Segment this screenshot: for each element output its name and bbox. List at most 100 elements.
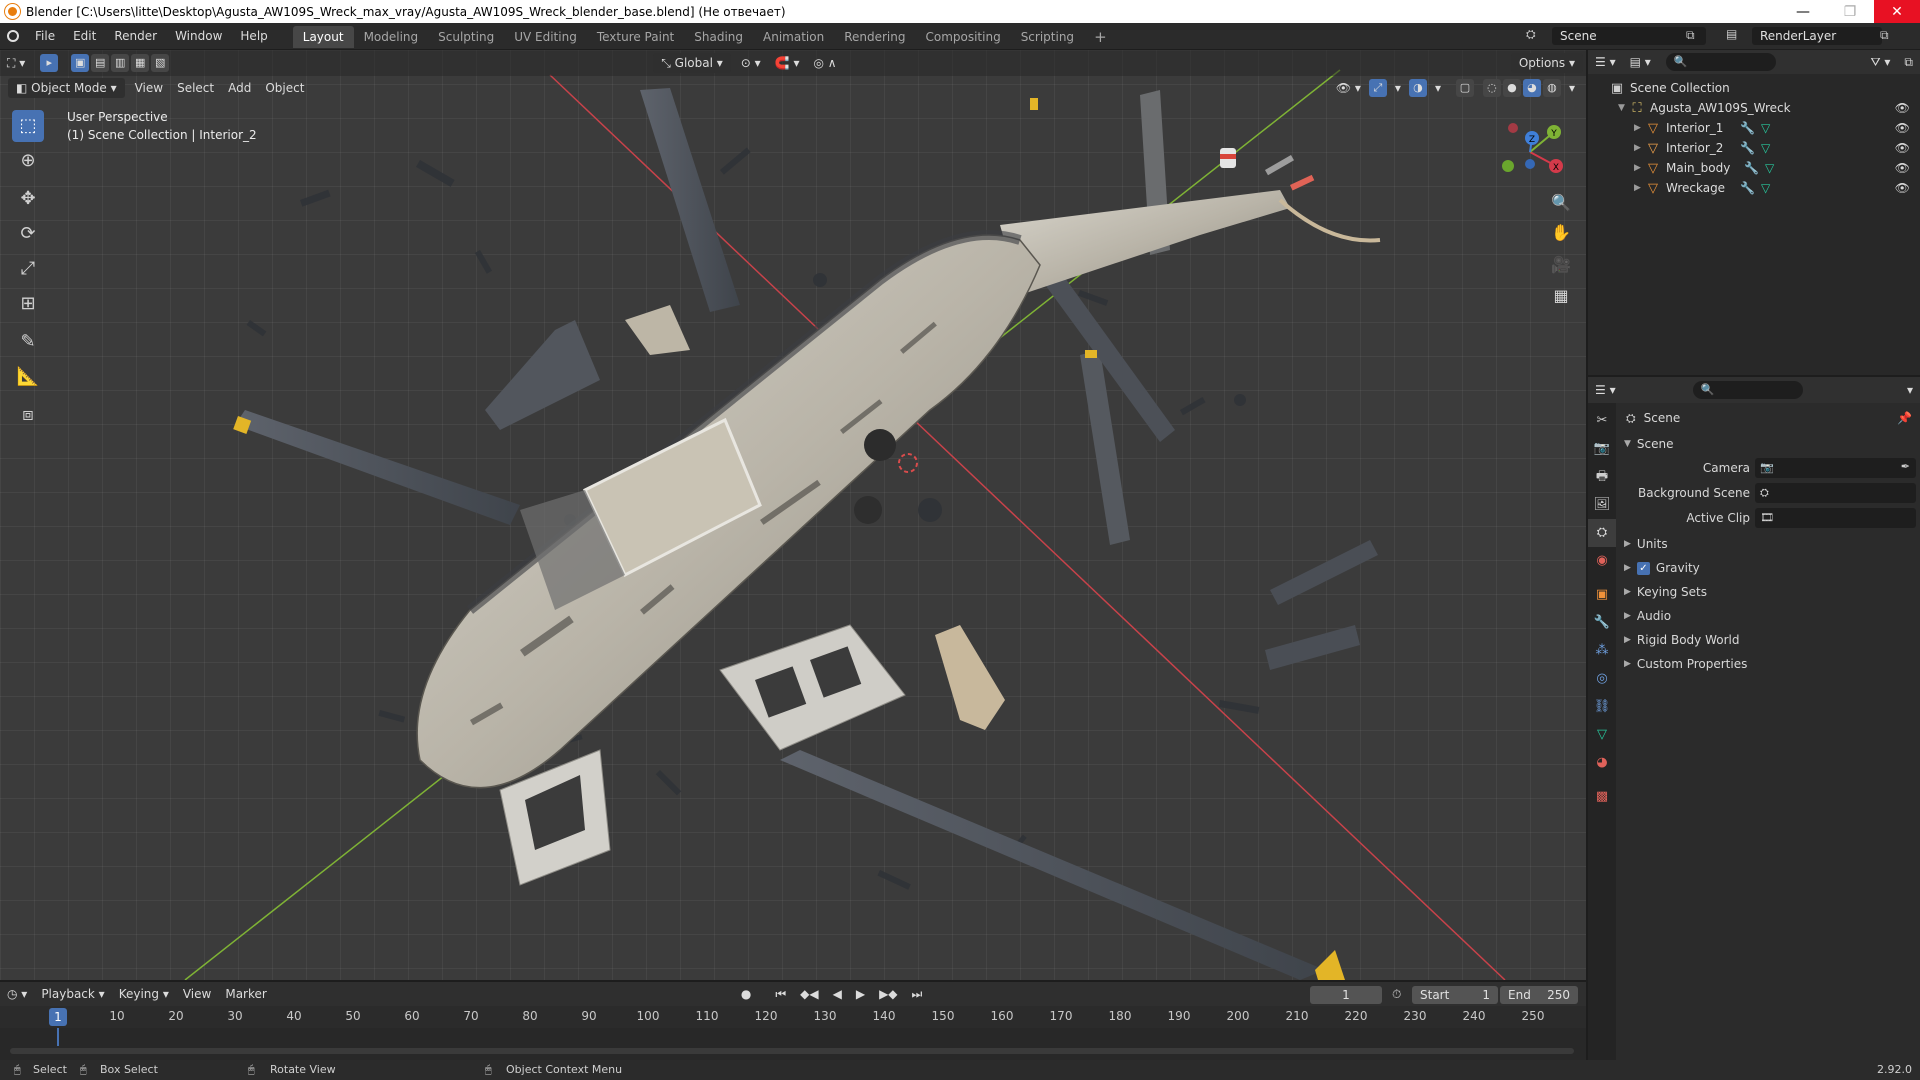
- menu-window[interactable]: Window: [166, 23, 231, 49]
- jump-end-icon[interactable]: ⏭: [905, 984, 930, 1004]
- gizmo-dropdown-icon[interactable]: ▾: [1388, 78, 1408, 98]
- select-box-tool-icon[interactable]: ⬚: [12, 110, 44, 142]
- view-layer-field[interactable]: RenderLayer: [1752, 27, 1882, 45]
- maximize-button[interactable]: ❐: [1827, 0, 1873, 23]
- solid-shading-icon[interactable]: ●: [1502, 79, 1521, 97]
- render-tab-icon[interactable]: 📷: [1588, 435, 1616, 463]
- visibility-icon[interactable]: 👁 ▾: [1329, 78, 1368, 98]
- options-dropdown[interactable]: Options ▾: [1510, 53, 1583, 73]
- new-view-layer-icon[interactable]: ⧉: [1880, 28, 1889, 43]
- cursor-tool-icon[interactable]: ⊕: [12, 145, 44, 177]
- shading-dropdown-icon[interactable]: ▾: [1562, 78, 1582, 98]
- transform-orientation-dropdown[interactable]: ⤡ Global ▾: [653, 53, 731, 73]
- menu-edit[interactable]: Edit: [64, 23, 105, 49]
- rotate-tool-icon[interactable]: ⟳: [12, 218, 44, 250]
- move-tool-icon[interactable]: ✥: [12, 183, 44, 215]
- physics-tab-icon[interactable]: ◎: [1588, 665, 1616, 693]
- scale-tool-icon[interactable]: ⤢: [12, 253, 44, 285]
- viewport-menu-view[interactable]: View: [128, 78, 170, 98]
- pin-icon[interactable]: 📌: [1897, 411, 1912, 425]
- panel-units[interactable]: ▶ Units: [1616, 533, 1920, 555]
- new-scene-icon[interactable]: ⧉: [1686, 28, 1695, 43]
- outliner-row-collection[interactable]: ▼ ⛶ Agusta_AW109S_Wreck 👁: [1588, 98, 1920, 118]
- menu-file[interactable]: File: [26, 23, 64, 49]
- outliner-row-main-body[interactable]: ▶ ▽ Main_body 🔧 ▽ 👁: [1588, 158, 1920, 178]
- filter-icon[interactable]: ⛛ ▾: [1864, 52, 1898, 72]
- material-tab-icon[interactable]: ◕: [1588, 749, 1616, 777]
- expand-arrow-icon[interactable]: ▶: [1634, 123, 1646, 133]
- menu-render[interactable]: Render: [105, 23, 166, 49]
- scene-name-field[interactable]: Scene: [1552, 27, 1706, 45]
- select-new-icon[interactable]: ▣: [71, 54, 90, 72]
- overlay-dropdown-icon[interactable]: ▾: [1428, 78, 1448, 98]
- current-frame-field[interactable]: 1: [1310, 986, 1382, 1004]
- modifier-wrench-icon[interactable]: 🔧: [1744, 161, 1759, 175]
- menu-help[interactable]: Help: [231, 23, 276, 49]
- tab-sculpting[interactable]: Sculpting: [428, 26, 504, 48]
- end-frame-field[interactable]: End 250: [1500, 986, 1578, 1004]
- view-layer-tab-icon[interactable]: 🖼: [1588, 491, 1616, 519]
- mesh-data-icon[interactable]: ▽: [1761, 141, 1770, 155]
- panel-gravity[interactable]: ▶ ✓ Gravity: [1616, 557, 1920, 579]
- pivot-point-icon[interactable]: ⊙ ▾: [734, 53, 768, 73]
- viewport-menu-select[interactable]: Select: [170, 78, 221, 98]
- world-tab-icon[interactable]: ◉: [1588, 547, 1616, 575]
- select-intersect-icon[interactable]: ▧: [151, 54, 170, 72]
- preview-range-icon[interactable]: ⏱: [1392, 987, 1401, 1002]
- timeline-editor-icon[interactable]: ◷ ▾: [0, 984, 34, 1004]
- camera-view-icon[interactable]: 🎥: [1548, 252, 1574, 278]
- proportional-edit-icon[interactable]: ◎ ∧: [806, 53, 843, 73]
- view-layer-icon[interactable]: ▤: [1726, 27, 1748, 45]
- start-frame-field[interactable]: Start 1: [1412, 986, 1498, 1004]
- timeline-menu-marker[interactable]: Marker: [218, 984, 273, 1004]
- particles-tab-icon[interactable]: ⁂: [1588, 637, 1616, 665]
- pan-hand-icon[interactable]: ✋: [1548, 220, 1574, 246]
- active-clip-field[interactable]: 🎞: [1755, 508, 1916, 528]
- record-button[interactable]: ●: [734, 984, 758, 1004]
- timeline-menu-playback[interactable]: Playback ▾: [34, 984, 111, 1004]
- mesh-data-icon[interactable]: ▽: [1761, 181, 1770, 195]
- select-subtract-icon[interactable]: ▥: [111, 54, 130, 72]
- close-button[interactable]: ✕: [1874, 0, 1920, 23]
- rendered-shading-icon[interactable]: ◍: [1542, 79, 1561, 97]
- camera-field[interactable]: 📷 ✒: [1755, 458, 1916, 478]
- modifier-tab-icon[interactable]: 🔧: [1588, 609, 1616, 637]
- gizmo-toggle-icon[interactable]: ⤢: [1368, 79, 1387, 97]
- ortho-grid-icon[interactable]: ▦: [1548, 283, 1574, 309]
- expand-arrow-icon[interactable]: ▼: [1618, 103, 1630, 113]
- minimize-button[interactable]: —: [1780, 0, 1826, 23]
- properties-options-icon[interactable]: ▾: [1900, 380, 1920, 400]
- add-workspace-button[interactable]: +: [1084, 26, 1117, 48]
- tab-rendering[interactable]: Rendering: [834, 26, 915, 48]
- overlay-toggle-icon[interactable]: ◑: [1408, 79, 1427, 97]
- background-scene-field[interactable]: ⛭: [1755, 483, 1916, 503]
- expand-arrow-icon[interactable]: ▶: [1634, 183, 1646, 193]
- outliner-row-wreckage[interactable]: ▶ ▽ Wreckage 🔧 ▽ 👁: [1588, 178, 1920, 198]
- tab-scripting[interactable]: Scripting: [1011, 26, 1084, 48]
- scene-tab-icon[interactable]: ⛭: [1588, 519, 1616, 547]
- viewport-menu-add[interactable]: Add: [221, 78, 258, 98]
- panel-audio[interactable]: ▶ Audio: [1616, 605, 1920, 627]
- 3d-viewport[interactable]: ⛶ ▾ ▸ ▣ ▤ ▥ ▦ ▧ ⤡ Global ▾ ⊙ ▾ 🧲 ▾ ◎ ∧ O…: [0, 50, 1586, 980]
- expand-arrow-icon[interactable]: ▶: [1634, 143, 1646, 153]
- mesh-data-tab-icon[interactable]: ▽: [1588, 721, 1616, 749]
- mesh-data-icon[interactable]: ▽: [1765, 161, 1774, 175]
- panel-keying-sets[interactable]: ▶ Keying Sets: [1616, 581, 1920, 603]
- outliner-row-interior-2[interactable]: ▶ ▽ Interior_2 🔧 ▽ 👁: [1588, 138, 1920, 158]
- material-shading-icon[interactable]: ◕: [1522, 79, 1541, 97]
- panel-scene-header[interactable]: ▼ Scene: [1616, 433, 1920, 455]
- visibility-eye-icon[interactable]: 👁: [1895, 141, 1910, 155]
- play-reverse-icon[interactable]: ◀: [826, 984, 849, 1004]
- transform-tool-icon[interactable]: ⊞: [12, 288, 44, 320]
- add-cube-tool-icon[interactable]: ⧈: [12, 399, 44, 431]
- frame-ruler[interactable]: 10 20 30 40 50 60 70 80 90 100 110 120 130 140 150 160 1…: [0, 1006, 1586, 1028]
- expand-arrow-icon[interactable]: ▶: [1634, 163, 1646, 173]
- scene-selector-icon[interactable]: ⛭: [1526, 27, 1548, 45]
- tab-layout[interactable]: Layout: [292, 26, 354, 48]
- tab-compositing[interactable]: Compositing: [915, 26, 1010, 48]
- jump-start-icon[interactable]: ⏮: [768, 984, 793, 1004]
- select-extend-icon[interactable]: ▤: [91, 54, 110, 72]
- visibility-eye-icon[interactable]: 👁: [1895, 101, 1910, 115]
- object-tab-icon[interactable]: ▣: [1588, 581, 1616, 609]
- panel-custom-properties[interactable]: ▶ Custom Properties: [1616, 653, 1920, 675]
